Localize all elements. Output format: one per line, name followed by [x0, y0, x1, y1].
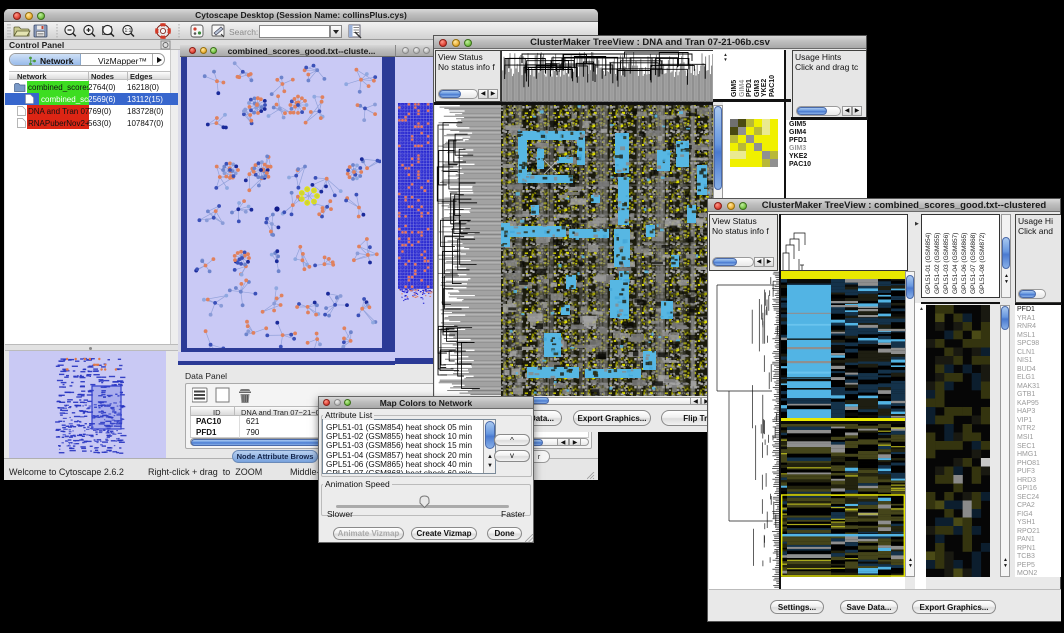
svg-text:1:1: 1:1: [125, 28, 132, 34]
